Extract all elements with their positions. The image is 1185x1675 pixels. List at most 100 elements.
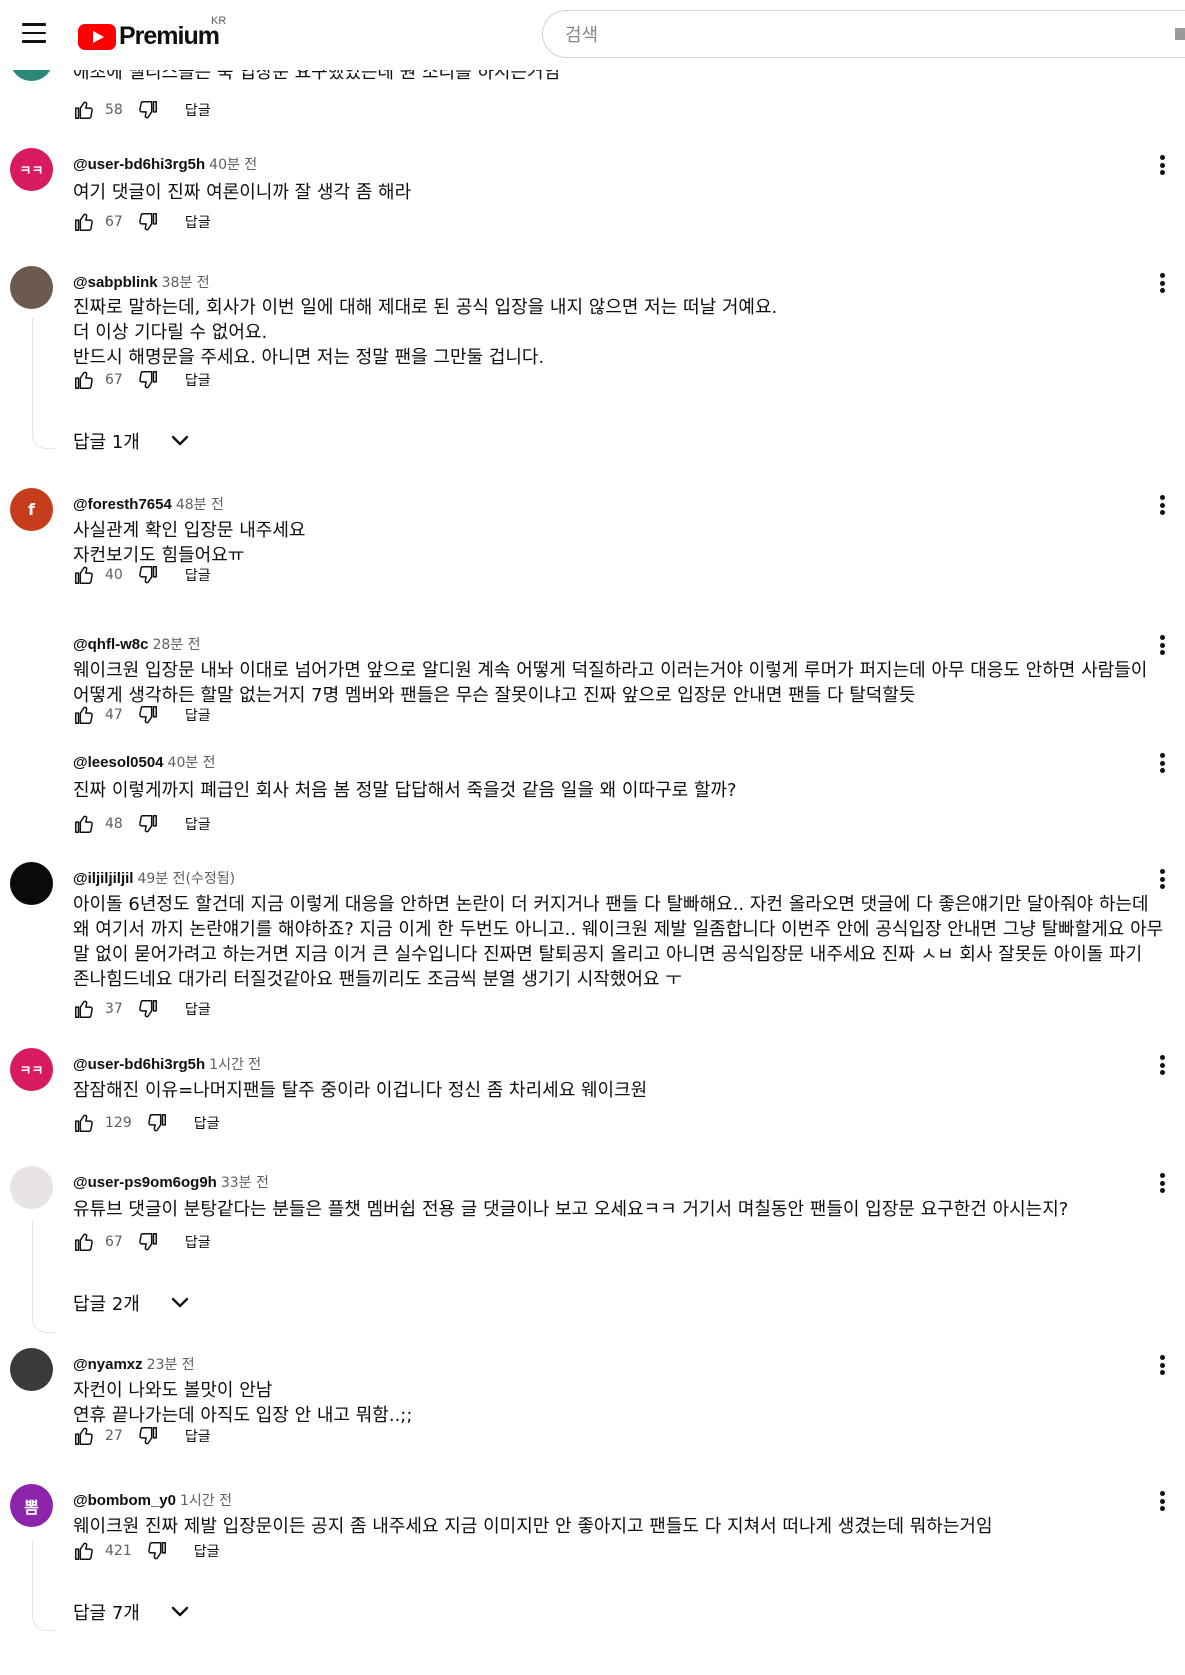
like-icon[interactable] — [73, 369, 95, 391]
like-count: 48 — [105, 816, 123, 832]
like-icon[interactable] — [73, 704, 95, 726]
reply-button[interactable]: 답글 — [185, 565, 211, 585]
reply-button[interactable]: 답글 — [185, 705, 211, 725]
reply-button[interactable]: 답글 — [185, 212, 211, 232]
more-options-icon[interactable] — [1152, 1170, 1172, 1196]
avatar-initials: 뽐 — [24, 1497, 39, 1517]
more-options-icon[interactable] — [1152, 632, 1172, 658]
reply-button[interactable]: 답글 — [185, 814, 211, 834]
comment-author[interactable]: @iljiljiljil — [73, 870, 133, 887]
more-options-icon[interactable] — [1152, 152, 1172, 178]
keyboard-icon[interactable] — [1175, 28, 1185, 40]
comment-text: 더 이상 기다릴 수 없어요. — [73, 322, 268, 343]
comment-timestamp[interactable]: 49분 전(수정됨) — [137, 871, 235, 887]
comment-timestamp[interactable]: 28분 전 — [152, 637, 200, 653]
dislike-icon[interactable] — [137, 813, 159, 835]
avatar[interactable] — [10, 1348, 53, 1391]
comment-author[interactable]: @qhfl-w8c — [73, 636, 148, 653]
avatar[interactable] — [10, 1166, 53, 1209]
like-count: 67 — [105, 214, 123, 230]
region-code: KR — [211, 15, 227, 27]
like-icon[interactable] — [73, 1231, 95, 1253]
logo-text: Premium — [119, 22, 220, 50]
comment-header: @nyamxz 23분 전 — [73, 1354, 195, 1374]
view-replies-button[interactable]: 답글 1개 — [73, 428, 192, 454]
comment-author[interactable]: @user-bd6hi3rg5h — [73, 156, 205, 173]
comment-timestamp[interactable]: 23분 전 — [147, 1357, 195, 1373]
more-options-icon[interactable] — [1152, 270, 1172, 296]
more-options-icon[interactable] — [1152, 750, 1172, 776]
comment-timestamp[interactable]: 40분 전 — [209, 157, 257, 173]
comment-timestamp[interactable]: 1시간 전 — [209, 1057, 261, 1073]
comment-text: 존나힘드네요 대가리 터질것같아요 팬들끼리도 조금씩 분열 생기기 시작했어요… — [73, 969, 682, 990]
search-box[interactable] — [542, 10, 1185, 58]
like-icon[interactable] — [73, 211, 95, 233]
dislike-icon[interactable] — [137, 99, 159, 121]
comment-author[interactable]: @user-ps9om6og9h — [73, 1174, 217, 1191]
replies-count-label: 답글 7개 — [73, 1603, 140, 1624]
dislike-icon[interactable] — [146, 1540, 168, 1562]
dislike-icon[interactable] — [137, 564, 159, 586]
avatar[interactable]: ㅋㅋ — [10, 148, 53, 191]
dislike-icon[interactable] — [146, 1112, 168, 1134]
comment-author[interactable]: @foresth7654 — [73, 496, 172, 513]
avatar[interactable] — [10, 862, 53, 905]
more-options-icon[interactable] — [1152, 1052, 1172, 1078]
dislike-icon[interactable] — [137, 369, 159, 391]
dislike-icon[interactable] — [137, 704, 159, 726]
dislike-icon[interactable] — [137, 998, 159, 1020]
like-count: 67 — [105, 1234, 123, 1250]
comment-author[interactable]: @bombom_y0 — [73, 1492, 176, 1509]
comment-timestamp[interactable]: 1시간 전 — [180, 1493, 232, 1509]
more-options-icon[interactable] — [1152, 492, 1172, 518]
like-icon[interactable] — [73, 813, 95, 835]
comment-actions: 129 답글 — [73, 1111, 220, 1135]
like-icon[interactable] — [73, 1112, 95, 1134]
comment-text: 웨이크원 입장문 내놔 이대로 넘어가면 앞으로 알디원 계속 어떻게 덕질하라… — [73, 660, 1148, 681]
comment-author[interactable]: @user-bd6hi3rg5h — [73, 1056, 205, 1073]
like-icon[interactable] — [73, 998, 95, 1020]
view-replies-button[interactable]: 답글 7개 — [73, 1599, 192, 1625]
comment-timestamp[interactable]: 48분 전 — [176, 497, 224, 513]
menu-icon[interactable] — [22, 23, 46, 43]
dislike-icon[interactable] — [137, 1425, 159, 1447]
more-options-icon[interactable] — [1152, 1488, 1172, 1514]
comment-author[interactable]: @nyamxz — [73, 1356, 143, 1373]
reply-button[interactable]: 답글 — [185, 100, 211, 120]
comment-text: 유튜브 댓글이 분탕같다는 분들은 플챗 멤버쉽 전용 글 댓글이나 보고 오세… — [73, 1199, 1069, 1220]
reply-button[interactable]: 답글 — [194, 1113, 220, 1133]
like-icon[interactable] — [73, 564, 95, 586]
dislike-icon[interactable] — [137, 1231, 159, 1253]
comment-text: 아이돌 6년정도 할건데 지금 이렇게 대응을 안하면 논란이 더 커지거나 팬… — [73, 894, 1149, 915]
youtube-premium-logo[interactable]: Premium — [78, 22, 220, 51]
comment-timestamp[interactable]: 38분 전 — [162, 275, 210, 291]
comment-actions: 67 답글 — [73, 210, 211, 234]
comment-actions: 421 답글 — [73, 1539, 220, 1563]
like-count: 58 — [105, 102, 123, 118]
thread-connector-line — [32, 318, 55, 449]
avatar[interactable]: f — [10, 488, 53, 531]
avatar[interactable]: 뽐 — [10, 1484, 53, 1527]
comment-timestamp[interactable]: 40분 전 — [168, 755, 216, 771]
comment-timestamp[interactable]: 33분 전 — [221, 1175, 269, 1191]
search-input[interactable] — [563, 24, 1087, 47]
dislike-icon[interactable] — [137, 211, 159, 233]
like-icon[interactable] — [73, 99, 95, 121]
like-icon[interactable] — [73, 1540, 95, 1562]
avatar[interactable] — [10, 266, 53, 309]
reply-button[interactable]: 답글 — [194, 1541, 220, 1561]
like-icon[interactable] — [73, 1425, 95, 1447]
comment-author[interactable]: @sabpblink — [73, 274, 158, 291]
reply-button[interactable]: 답글 — [185, 370, 211, 390]
comment-author[interactable]: @leesol0504 — [73, 754, 164, 771]
view-replies-button[interactable]: 답글 2개 — [73, 1290, 192, 1316]
comment-header: @iljiljiljil 49분 전(수정됨) — [73, 868, 235, 888]
reply-button[interactable]: 답글 — [185, 1426, 211, 1446]
more-options-icon[interactable] — [1152, 866, 1172, 892]
reply-button[interactable]: 답글 — [185, 999, 211, 1019]
comment-text: 진짜로 말하는데, 회사가 이번 일에 대해 제대로 된 공식 입장을 내지 않… — [73, 297, 778, 318]
reply-button[interactable]: 답글 — [185, 1232, 211, 1252]
more-options-icon[interactable] — [1152, 1352, 1172, 1378]
like-count: 129 — [105, 1115, 132, 1131]
avatar[interactable]: ㅋㅋ — [10, 1048, 53, 1091]
